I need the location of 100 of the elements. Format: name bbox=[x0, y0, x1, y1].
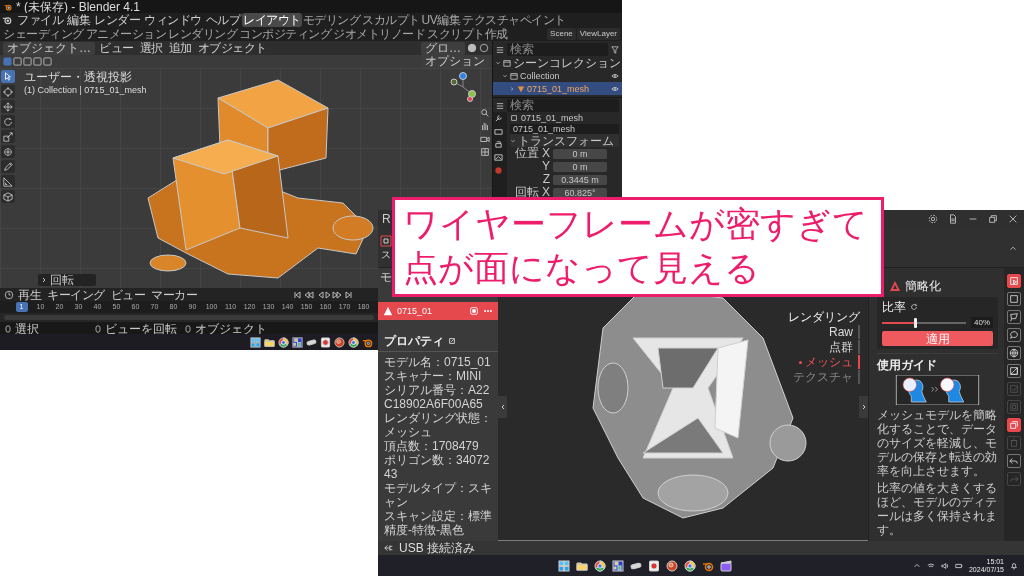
orientation-dropdown[interactable]: グロ… bbox=[421, 41, 465, 55]
ball-icon[interactable] bbox=[666, 559, 679, 572]
render-mode-option[interactable]: メッシュ bbox=[799, 355, 860, 369]
search-field[interactable]: 検索 bbox=[507, 99, 619, 112]
mosaic-icon[interactable] bbox=[291, 336, 303, 348]
scan-tab[interactable]: ス bbox=[380, 235, 392, 260]
square-icon[interactable] bbox=[469, 306, 479, 316]
menu-item[interactable]: キーイング bbox=[45, 287, 107, 302]
number-field[interactable]: 60.825° bbox=[553, 187, 607, 198]
model-item[interactable]: 0715_01 bbox=[378, 302, 498, 320]
bell-icon[interactable] bbox=[1010, 561, 1018, 570]
select-mode-icon[interactable] bbox=[33, 57, 42, 66]
number-field[interactable]: 0 m bbox=[553, 148, 607, 159]
workspace-tab[interactable]: アニメーション bbox=[84, 27, 167, 41]
render-mode-option[interactable]: 点群 bbox=[829, 340, 860, 354]
menu-item[interactable]: ファイル bbox=[15, 13, 65, 27]
clock-icon[interactable] bbox=[4, 289, 14, 300]
menu-item[interactable]: オブジェクト bbox=[195, 41, 269, 55]
axis-gizmo-drawing[interactable] bbox=[448, 72, 478, 102]
workspace-tab[interactable]: モデリング bbox=[301, 13, 361, 27]
eye-icon[interactable] bbox=[611, 84, 619, 93]
maximize-icon[interactable] bbox=[988, 214, 998, 224]
slider-thumb[interactable] bbox=[914, 317, 918, 328]
tool-button[interactable] bbox=[1, 100, 15, 113]
tool-button[interactable] bbox=[1, 190, 15, 203]
document-icon[interactable] bbox=[948, 214, 958, 224]
sphere-icon[interactable] bbox=[494, 166, 503, 175]
workspace-tab[interactable]: スカルプト bbox=[361, 13, 421, 27]
workspace-tab[interactable]: テクスチャペイント bbox=[461, 13, 567, 27]
view-layer-field[interactable]: ViewLayer bbox=[576, 28, 620, 40]
menu-item[interactable]: 選択 bbox=[137, 41, 165, 55]
tool-button[interactable] bbox=[1, 175, 15, 188]
menu-item[interactable]: 追加 bbox=[166, 41, 194, 55]
mode-dropdown[interactable]: オブジェクト… bbox=[3, 41, 95, 55]
close-icon[interactable] bbox=[1008, 214, 1018, 224]
image-icon[interactable] bbox=[494, 153, 503, 162]
outliner-row[interactable]: 0715_01_mesh bbox=[493, 82, 622, 95]
refresh-icon[interactable] bbox=[910, 303, 918, 311]
tool-button[interactable] bbox=[1, 145, 15, 158]
number-field[interactable]: 0 m bbox=[553, 161, 607, 172]
orbit-icon[interactable] bbox=[2, 15, 12, 25]
workspace-tab[interactable]: シェーディング bbox=[2, 27, 85, 41]
ratio-field[interactable]: 40% bbox=[971, 317, 993, 328]
outliner-row[interactable]: シーンコレクション bbox=[493, 56, 622, 69]
card-icon[interactable] bbox=[319, 336, 331, 348]
start-icon[interactable] bbox=[558, 559, 571, 572]
tool-button[interactable] bbox=[1007, 454, 1021, 468]
ball-icon[interactable] bbox=[333, 336, 345, 348]
folder-icon[interactable] bbox=[576, 559, 589, 572]
outliner-row[interactable]: Collection bbox=[493, 69, 622, 82]
ring-icon[interactable] bbox=[594, 559, 607, 572]
edit-icon[interactable] bbox=[448, 337, 456, 345]
speaker-icon[interactable] bbox=[940, 561, 949, 570]
settings-icon[interactable] bbox=[928, 214, 938, 224]
workspace-tab[interactable]: レンダリング bbox=[167, 27, 238, 41]
render-mode-option[interactable]: Raw bbox=[829, 325, 860, 339]
folder-icon[interactable] bbox=[263, 336, 275, 348]
tool-button[interactable] bbox=[1, 115, 15, 128]
number-field[interactable]: 0.3445 m bbox=[553, 174, 607, 185]
tool-button[interactable] bbox=[1, 70, 15, 83]
card-icon[interactable] bbox=[648, 559, 661, 572]
search-field[interactable]: 検索 bbox=[507, 43, 608, 56]
select-mode-icon[interactable] bbox=[13, 57, 22, 66]
menu-item[interactable]: ビュー bbox=[108, 287, 147, 302]
mosaic-icon[interactable] bbox=[612, 559, 625, 572]
tool-button[interactable] bbox=[1007, 310, 1021, 324]
ring-icon[interactable] bbox=[684, 559, 697, 572]
playback-controls-drawing[interactable] bbox=[293, 289, 353, 300]
battery-icon[interactable] bbox=[954, 561, 963, 570]
zoom-icon[interactable] bbox=[480, 108, 490, 118]
workspace-tab[interactable]: スクリプト作成 bbox=[426, 27, 509, 41]
list-icon[interactable] bbox=[496, 45, 504, 54]
select-mode-icon[interactable] bbox=[43, 57, 52, 66]
menu-item[interactable]: ヘルプ bbox=[203, 13, 242, 27]
chevron-up-icon[interactable] bbox=[912, 561, 921, 570]
tool-button[interactable] bbox=[1007, 328, 1021, 342]
menu-item[interactable]: ビュー bbox=[97, 41, 136, 55]
tool-button[interactable] bbox=[1007, 364, 1021, 378]
list-icon[interactable] bbox=[496, 101, 504, 110]
clapper-icon[interactable] bbox=[720, 559, 733, 572]
orbit-icon[interactable] bbox=[361, 336, 373, 348]
wifi-icon[interactable] bbox=[926, 561, 935, 570]
workspace-tab[interactable]: UV編集 bbox=[420, 13, 462, 27]
menu-item[interactable]: マーカー bbox=[149, 287, 199, 302]
scene-field[interactable]: Scene bbox=[547, 28, 576, 40]
panel-header[interactable]: トランスフォーム bbox=[510, 134, 619, 147]
filter-icon[interactable] bbox=[611, 45, 619, 54]
workspace-tab[interactable]: ジオメトリノード bbox=[332, 27, 426, 41]
menu-item[interactable]: 編集 bbox=[65, 13, 92, 27]
tool-button[interactable] bbox=[1007, 346, 1021, 360]
menu-item[interactable]: 再生 bbox=[16, 287, 43, 302]
tool-button[interactable] bbox=[1, 130, 15, 143]
tool-button[interactable] bbox=[1, 85, 15, 98]
wrench-icon[interactable] bbox=[494, 114, 503, 123]
ring-icon[interactable] bbox=[277, 336, 289, 348]
menu-item[interactable]: ウィンドウ bbox=[142, 13, 204, 27]
grid-icon[interactable] bbox=[480, 147, 490, 157]
tool-button[interactable] bbox=[1, 160, 15, 173]
start-icon[interactable] bbox=[249, 336, 261, 348]
menu-item[interactable]: レンダー bbox=[92, 13, 142, 27]
